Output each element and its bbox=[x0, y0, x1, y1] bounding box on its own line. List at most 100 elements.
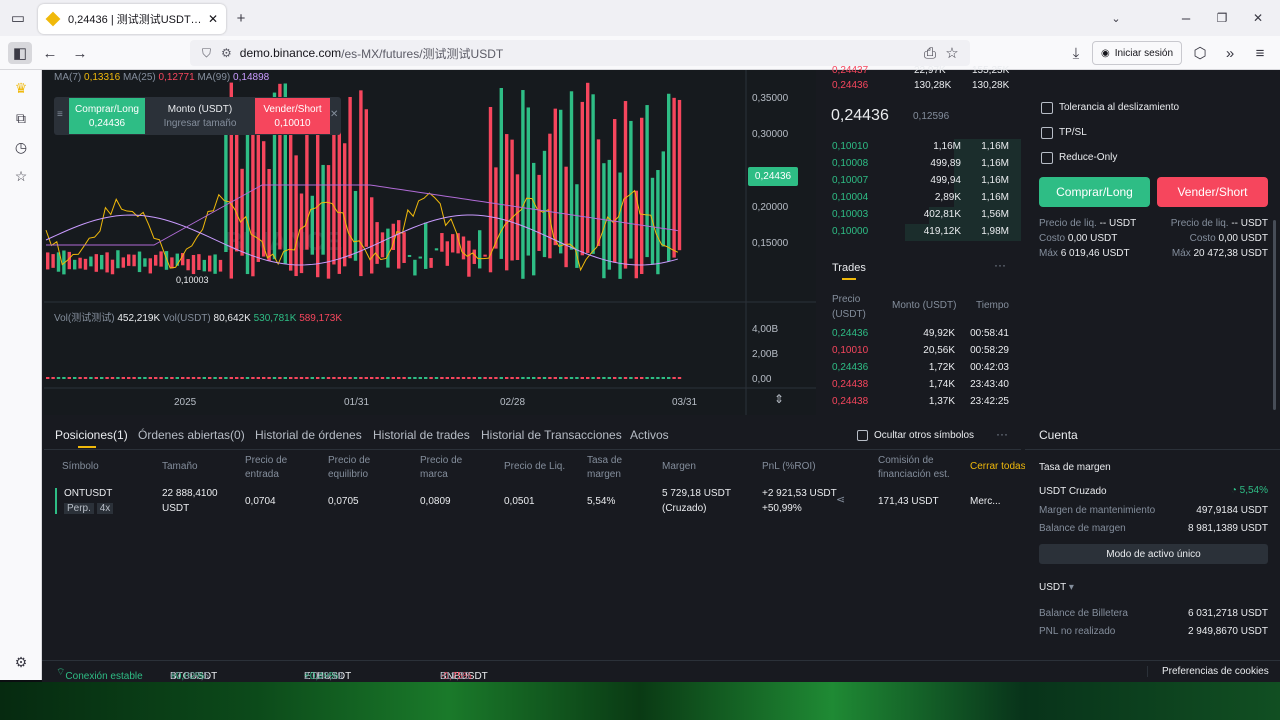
more-tools-icon[interactable]: » bbox=[1218, 42, 1242, 64]
sell-cost: Costo 0,00 USDT bbox=[1189, 233, 1268, 244]
ask-row[interactable]: 0,24436 130,28K 130,28K bbox=[818, 78, 1021, 95]
hide-others-checkbox[interactable] bbox=[857, 430, 868, 441]
bid-row[interactable]: 0,10004 2,89K 1,16M bbox=[818, 190, 1021, 207]
minimize-icon[interactable]: – bbox=[1174, 7, 1198, 29]
tab-transaction-history[interactable]: Historial de Transacciones bbox=[481, 428, 622, 442]
volume-bar bbox=[521, 377, 525, 379]
chevron-down-icon[interactable]: ⌄ bbox=[1104, 7, 1128, 29]
bid-row[interactable]: 0,10003 402,81K 1,56M bbox=[818, 207, 1021, 224]
tab-assets[interactable]: Activos bbox=[630, 428, 669, 442]
new-tab-icon[interactable]: + bbox=[229, 7, 253, 29]
restore-icon[interactable]: ❐ bbox=[1210, 7, 1234, 29]
cookie-preferences-link[interactable]: Preferencias de cookies bbox=[1147, 666, 1269, 677]
candle bbox=[451, 234, 455, 253]
close-all-link[interactable]: Cerrar todas bbox=[970, 460, 1026, 474]
volume-bar bbox=[564, 377, 568, 379]
close-tab-icon[interactable]: ✕ bbox=[208, 12, 218, 26]
candle bbox=[67, 251, 71, 270]
maint-value: 497,9184 USDT bbox=[1196, 505, 1268, 516]
tab-trade-history[interactable]: Historial de trades bbox=[373, 428, 470, 442]
tpsl-checkbox[interactable] bbox=[1041, 127, 1053, 139]
positions-more-icon[interactable]: ··· bbox=[996, 427, 1008, 441]
single-asset-mode-button[interactable]: Modo de activo único bbox=[1039, 544, 1268, 564]
forward-icon[interactable]: → bbox=[68, 42, 92, 64]
volume-bar bbox=[515, 377, 520, 379]
drag-handle-icon[interactable]: ≡ bbox=[57, 109, 63, 120]
volume-bar bbox=[83, 377, 88, 379]
candle bbox=[154, 254, 158, 266]
ma99-label: MA(99) bbox=[197, 72, 231, 83]
candle bbox=[353, 190, 358, 261]
volume-bar bbox=[559, 377, 563, 379]
volume-bar bbox=[494, 377, 498, 379]
trades-col-time: Tiempo bbox=[976, 300, 1009, 311]
volume-bar bbox=[613, 377, 617, 379]
volume-bar bbox=[364, 377, 368, 379]
vol-red-value: 589,173K bbox=[299, 313, 343, 324]
window-close-icon[interactable]: ✕ bbox=[1246, 7, 1270, 29]
market-close-button[interactable]: Merc... bbox=[970, 494, 1001, 509]
bid-row[interactable]: 0,10008 499,89 1,16M bbox=[818, 156, 1021, 173]
back-icon[interactable]: ← bbox=[38, 42, 62, 64]
candle bbox=[202, 259, 206, 272]
asset-selector[interactable]: USDT ▾ bbox=[1039, 582, 1074, 593]
volume-bar bbox=[661, 377, 665, 379]
volume-bar bbox=[283, 377, 287, 379]
buy-long-button[interactable]: Comprar/Long bbox=[1039, 177, 1150, 207]
position-symbol[interactable]: ONTUSDT Perp. 4x bbox=[64, 486, 114, 516]
sidebar-toggle-icon[interactable]: ◧ bbox=[8, 42, 32, 64]
history-icon[interactable]: ◷ bbox=[11, 137, 31, 157]
wallet-value: 6 031,2718 USDT bbox=[1187, 608, 1268, 619]
reduce-only-checkbox[interactable] bbox=[1041, 152, 1053, 164]
candle bbox=[159, 251, 163, 267]
scale-reset-icon[interactable]: ⇕ bbox=[774, 392, 784, 406]
volume-bar bbox=[677, 377, 682, 379]
volume-bar bbox=[159, 377, 163, 379]
volume-bar bbox=[67, 377, 71, 379]
trades-more-icon[interactable]: ··· bbox=[994, 258, 1006, 272]
download-icon[interactable]: ⤓ bbox=[1064, 42, 1088, 64]
upnl-label: PNL no realizado bbox=[1039, 626, 1116, 637]
volume-bar bbox=[235, 377, 239, 379]
bid-row[interactable]: 0,10010 1,16M 1,16M bbox=[818, 139, 1021, 156]
settings-gear-icon[interactable]: ⚙ bbox=[11, 652, 31, 672]
extensions-icon[interactable]: ⬡ bbox=[1188, 42, 1212, 64]
ma7-value: 0,13316 bbox=[84, 72, 121, 83]
panel-scrollbar[interactable] bbox=[1273, 220, 1276, 410]
last-price-tag: 0,24436 bbox=[748, 167, 798, 186]
volume-bar bbox=[413, 377, 417, 379]
bookmarks-icon[interactable]: ☆ bbox=[11, 166, 31, 186]
candle bbox=[73, 259, 77, 270]
ma25-value: 0,12771 bbox=[158, 72, 195, 83]
quick-buy-button[interactable]: Comprar/Long 0,24436 bbox=[69, 98, 145, 134]
share-icon[interactable]: ⋖ bbox=[836, 493, 845, 506]
background-banner bbox=[0, 682, 1280, 720]
tab-order-history[interactable]: Historial de órdenes bbox=[255, 428, 362, 442]
quick-sell-button[interactable]: Vender/Short 0,10010 bbox=[255, 98, 330, 134]
binance-icon[interactable]: ♛ bbox=[11, 78, 31, 98]
account-panel: Cuenta Tasa de margen USDT Cruzado ◔ 5,5… bbox=[1025, 418, 1280, 658]
sign-in-button[interactable]: ◉ Iniciar sesión bbox=[1092, 41, 1182, 65]
quick-amount-field[interactable]: Monto (USDT) Ingresar tamaño bbox=[148, 98, 252, 134]
bid-row[interactable]: 0,10007 499,94 1,16M bbox=[818, 173, 1021, 190]
volume-bar bbox=[634, 377, 638, 379]
tab-open-orders[interactable]: Órdenes abiertas(0) bbox=[138, 428, 245, 442]
bookmark-star-icon[interactable]: ☆ bbox=[940, 42, 964, 64]
browser-tab[interactable]: 0,24436 | 测试测试USDT Gráfico ✕ bbox=[38, 4, 226, 34]
quick-close-icon[interactable]: ✕ bbox=[330, 109, 338, 120]
volume-bar bbox=[89, 377, 93, 379]
vol-usdt-label: Vol(USDT) bbox=[162, 313, 211, 324]
volume-bar bbox=[332, 377, 336, 379]
volume-bar bbox=[343, 377, 347, 379]
bid-row[interactable]: 0,10000 419,12K 1,98M bbox=[818, 224, 1021, 241]
volume-bar bbox=[391, 377, 395, 379]
menu-icon[interactable]: ≡ bbox=[1248, 42, 1272, 64]
sell-short-button[interactable]: Vender/Short bbox=[1157, 177, 1268, 207]
reader-icon[interactable]: ⎙ bbox=[918, 42, 942, 64]
connection-status: ⌔ Conexión estable bbox=[56, 667, 143, 682]
tab-list-icon[interactable]: ▭ bbox=[6, 7, 30, 29]
slippage-checkbox[interactable] bbox=[1041, 102, 1053, 114]
trade-row: 0,24436 49,92K 00:58:41 bbox=[832, 328, 1009, 339]
tab-positions[interactable]: Posiciones(1) bbox=[55, 428, 128, 442]
synced-tabs-icon[interactable]: ⧉ bbox=[11, 108, 31, 128]
